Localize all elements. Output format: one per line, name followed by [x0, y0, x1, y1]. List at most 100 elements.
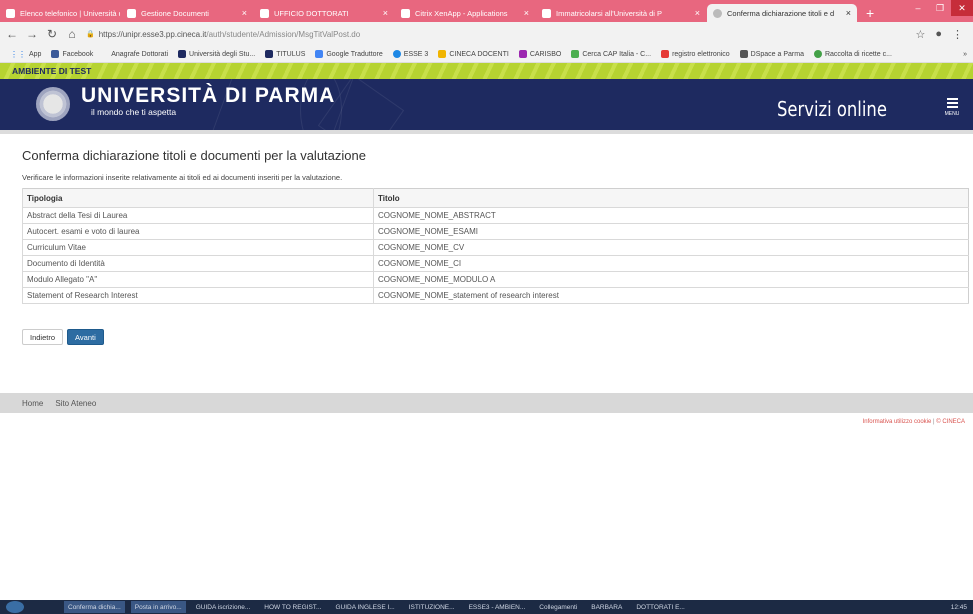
footer-credits: Informativa utilizzo cookie | © CINECA: [862, 419, 965, 425]
footer-link-home[interactable]: Home: [22, 399, 43, 408]
facebook-icon: [51, 50, 60, 58]
back-button[interactable]: Indietro: [22, 329, 64, 345]
taskbar-item[interactable]: GUIDA iscrizione...: [192, 601, 255, 613]
cookie-policy-link[interactable]: Informativa utilizzo cookie: [863, 419, 932, 425]
table-header-row: Tipologia Titolo: [22, 188, 969, 208]
taskbar-clock: 12:45: [950, 603, 967, 611]
start-button-icon[interactable]: [6, 601, 24, 613]
university-tagline: il mondo che ti aspetta: [91, 107, 177, 117]
cell-titolo: COGNOME_NOME_ABSTRACT: [373, 207, 969, 224]
test-environment-banner: AMBIENTE DI TEST: [0, 63, 973, 79]
browser-tab[interactable]: Gestione Documenti ×: [121, 4, 253, 22]
home-icon[interactable]: ⌂: [64, 27, 80, 41]
url-field[interactable]: 🔒 https://unipr.esse3.pp.cineca.it/auth/…: [86, 30, 360, 39]
column-header-tipologia: Tipologia: [22, 188, 374, 208]
favicon-icon: [127, 8, 136, 18]
bookmark-favicon-icon: [178, 50, 187, 58]
new-tab-button[interactable]: +: [858, 4, 882, 22]
bookmark-favicon-icon: [571, 50, 580, 58]
cell-tipologia: Documento di Identità: [22, 255, 374, 272]
bookmark[interactable]: CARISBO: [518, 50, 561, 58]
browser-tab[interactable]: UFFICIO DOTTORATI ×: [254, 4, 394, 22]
table-row: Autocert. esami e voto di laurea COGNOME_…: [22, 223, 969, 240]
close-tab-icon[interactable]: ×: [846, 8, 851, 18]
footer-link-sito-ateneo[interactable]: Sito Ateneo: [55, 399, 96, 408]
next-button[interactable]: Avanti: [67, 329, 104, 345]
browser-tab-active[interactable]: Conferma dichiarazione titoli e d ×: [707, 4, 857, 22]
taskbar-item[interactable]: ISTITUZIONE...: [405, 601, 459, 613]
bookmark[interactable]: Cerca CAP Italia - C...: [571, 50, 651, 58]
favicon-icon: [6, 8, 15, 18]
cell-tipologia: Curriculum Vitae: [22, 239, 374, 256]
close-tab-icon[interactable]: ×: [242, 8, 247, 18]
favicon-icon: [542, 8, 551, 18]
taskbar-item[interactable]: GUIDA INGLESE I...: [331, 601, 398, 613]
table-row: Statement of Research Interest COGNOME_NO…: [22, 287, 969, 304]
bookmark-favicon-icon: [518, 50, 527, 58]
university-seal-logo[interactable]: [36, 87, 70, 121]
cell-titolo: COGNOME_NOME_MODULO A: [373, 271, 969, 288]
browser-tab-bar: Elenco telefonico | Università di× Gesti…: [0, 0, 973, 22]
services-title: Servizi online: [777, 97, 887, 121]
page-instructions: Verificare le informazioni inserite rela…: [22, 173, 343, 182]
bookmark[interactable]: ESSE 3: [392, 50, 428, 58]
profile-icon[interactable]: ●: [935, 28, 942, 41]
browser-tab[interactable]: Immatricolarsi all'Università di P ×: [536, 4, 706, 22]
bookmark-favicon-icon: [661, 50, 670, 58]
bookmark[interactable]: Google Traduttore: [315, 50, 383, 58]
forward-arrow-icon[interactable]: →: [24, 27, 40, 41]
taskbar-item[interactable]: ESSE3 - AMBIEN...: [465, 601, 530, 613]
back-arrow-icon[interactable]: ←: [4, 27, 20, 41]
bookmark[interactable]: Facebook: [51, 50, 93, 58]
university-name[interactable]: UNIVERSITÀ DI PARMA: [81, 84, 335, 108]
bookmark[interactable]: TITULUS: [265, 50, 305, 58]
close-window-icon[interactable]: ✕: [951, 0, 973, 16]
bookmark[interactable]: Raccolta di ricette c...: [813, 50, 892, 58]
cell-tipologia: Statement of Research Interest: [22, 287, 374, 304]
bookmark[interactable]: DSpace a Parma: [739, 50, 804, 58]
maximize-icon[interactable]: ❐: [929, 0, 951, 16]
cell-tipologia: Abstract della Tesi di Laurea: [22, 207, 374, 224]
table-row: Documento di Identità COGNOME_NOME_CI: [22, 255, 969, 272]
favicon-icon: [713, 8, 722, 18]
browser-tab[interactable]: Citrix XenApp - Applications ×: [395, 4, 535, 22]
close-tab-icon[interactable]: ×: [695, 8, 700, 18]
cell-titolo: COGNOME_NOME_CV: [373, 239, 969, 256]
more-options-icon[interactable]: ⋮: [952, 28, 963, 41]
bookmark[interactable]: ⋮⋮ App: [10, 50, 41, 59]
form-actions: Indietro Avanti: [22, 329, 104, 345]
bookmark[interactable]: Università degli Stu...: [178, 50, 255, 58]
window-controls: – ❐ ✕: [907, 0, 973, 22]
close-tab-icon[interactable]: ×: [524, 8, 529, 18]
taskbar-item[interactable]: Conferma dichia...: [64, 601, 125, 613]
taskbar-item[interactable]: BARBARA: [587, 601, 626, 613]
taskbar-item[interactable]: Collegamenti: [535, 601, 581, 613]
menu-button[interactable]: MENU: [941, 98, 963, 126]
bookmark[interactable]: CINECA DOCENTI: [438, 50, 509, 58]
taskbar-item[interactable]: HOW TO REGIST...: [260, 601, 325, 613]
reload-icon[interactable]: ↻: [44, 27, 60, 41]
browser-tab[interactable]: Elenco telefonico | Università di×: [0, 4, 120, 22]
os-taskbar: Conferma dichia... Posta in arrivo... GU…: [0, 600, 973, 614]
column-header-titolo: Titolo: [373, 188, 969, 208]
taskbar-item[interactable]: Posta in arrivo...: [130, 601, 186, 613]
documents-table: Tipologia Titolo Abstract della Tesi di …: [22, 188, 969, 304]
taskbar-item[interactable]: DOTTORATI E...: [632, 601, 689, 613]
bookmarks-bar: ⋮⋮ App Facebook Anagrafe Dottorati Univer…: [0, 46, 973, 63]
copyright-text: © CINECA: [936, 419, 965, 425]
cell-tipologia: Modulo Allegato "A": [22, 271, 374, 288]
favicon-icon: [401, 8, 410, 18]
minimize-icon[interactable]: –: [907, 0, 929, 16]
apps-grid-icon: ⋮⋮: [10, 49, 26, 59]
site-footer: Home Sito Ateneo: [0, 393, 973, 413]
cell-titolo: COGNOME_NOME_ESAMI: [373, 223, 969, 240]
more-bookmarks-icon[interactable]: »: [963, 51, 967, 58]
bookmark-favicon-icon: [392, 50, 401, 58]
bookmark[interactable]: Anagrafe Dottorati: [111, 51, 168, 58]
close-tab-icon[interactable]: ×: [383, 8, 388, 18]
hamburger-icon: [946, 98, 958, 100]
cell-tipologia: Autocert. esami e voto di laurea: [22, 223, 374, 240]
translate-icon: [315, 50, 324, 58]
bookmark[interactable]: registro elettronico: [661, 50, 730, 58]
bookmark-star-icon[interactable]: ☆: [915, 28, 925, 41]
